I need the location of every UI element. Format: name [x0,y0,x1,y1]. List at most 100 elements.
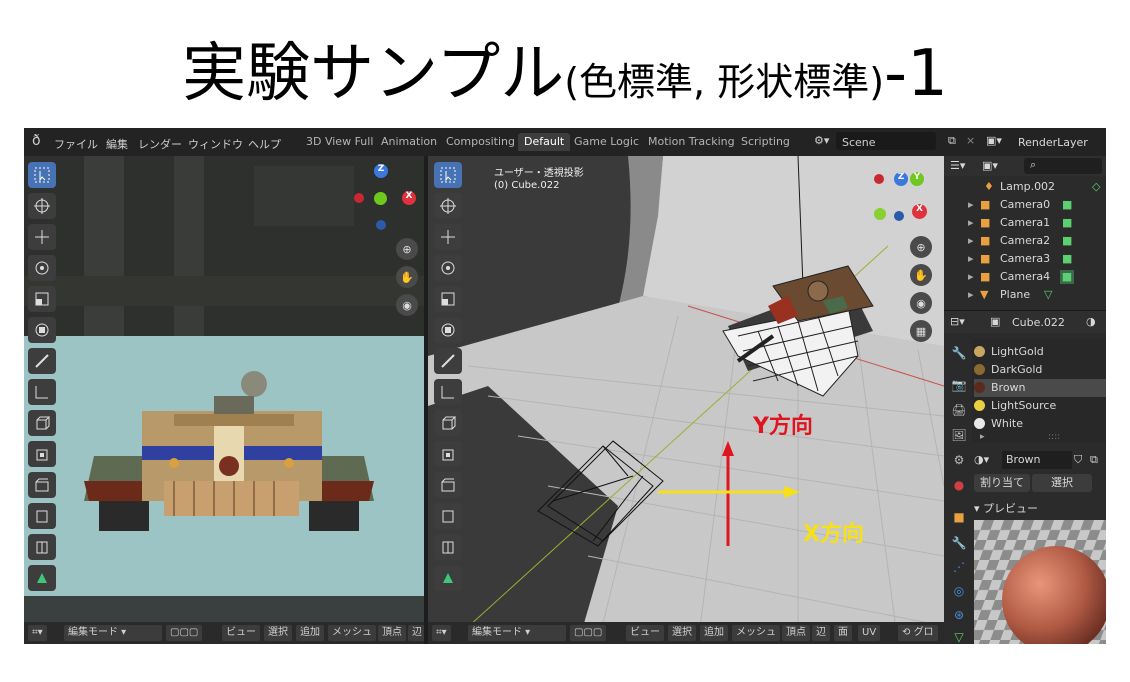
outliner-item[interactable]: ▸ ■ Camera1 ■ [944,214,1106,232]
scale-tool-button-main[interactable] [434,286,462,312]
axis-neg-x-icon-main[interactable] [874,174,884,184]
view-layer-tab-icon[interactable]: 🖼 [950,428,968,444]
scale-tool-button[interactable] [28,286,56,312]
menu-uv-main[interactable]: UV [858,625,881,641]
outliner-item[interactable]: ♦ Lamp.002 ◇ [944,178,1106,196]
axis-y-icon[interactable] [374,192,387,205]
bevel-tool-button-main[interactable] [434,503,462,529]
menu-add-main[interactable]: 追加 [700,625,728,641]
expand-arrow-icon[interactable]: ▸ [968,196,974,214]
bevel-tool-button[interactable] [28,503,56,529]
transform-tool-button-main[interactable] [434,317,462,343]
hand-pan-icon[interactable]: ✋ [396,266,418,288]
add-cube-tool-button[interactable] [28,410,56,436]
fake-user-icon[interactable]: ⛉ [1074,453,1082,467]
menu-face-main[interactable]: 面 [834,625,852,641]
expand-arrow-icon[interactable]: ▸ [968,250,974,268]
outliner-item[interactable]: ▸ ▼ Plane ▽ [944,286,1106,304]
camera-view-icon-main[interactable]: ◉ [910,292,932,314]
menu-edge-left[interactable]: 辺 [408,625,424,641]
add-cube-tool-button-main[interactable] [434,410,462,436]
properties-editor-icon[interactable]: ⊟▾ [950,315,965,328]
scene-tab-icon[interactable]: ⚙ [950,453,968,469]
measure-tool-button[interactable] [28,379,56,405]
world-tab-icon[interactable]: ● [950,478,968,494]
menu-view-left[interactable]: ビュー [222,625,260,641]
material-slot-icon[interactable]: ◑ [1086,315,1096,328]
tab-motion-tracking[interactable]: Motion Tracking [642,133,741,151]
zoom-icon[interactable]: ⊕ [396,238,418,260]
tab-default[interactable]: Default [518,133,571,151]
outliner-editor-icon[interactable]: ☰▾ [950,159,965,172]
rotate-tool-button-main[interactable] [434,255,462,281]
axis-neg-z-icon-main[interactable] [894,211,904,221]
menu-help[interactable]: ヘルプ [248,136,281,152]
cursor-tool-button-main[interactable] [434,193,462,219]
camera-view-icon[interactable]: ◉ [396,294,418,316]
material-slot[interactable]: White [974,415,1106,433]
editor-type-icon[interactable]: ⌗▾ [28,625,47,641]
menu-vertex-left[interactable]: 頂点 [378,625,406,641]
material-name-field[interactable]: Brown [1002,451,1072,469]
expand-arrow-icon[interactable]: ▸ [968,268,974,286]
menu-vertex-main[interactable]: 頂点 [782,625,810,641]
rotate-tool-button[interactable] [28,255,56,281]
outliner-item[interactable]: ▸ ■ Camera2 ■ [944,232,1106,250]
menu-file[interactable]: ファイル [54,136,98,152]
axis-x-icon-main[interactable]: X [912,204,927,219]
duplicate-material-icon[interactable]: ⧉ [1090,453,1098,467]
select-button[interactable]: 選択 [1032,474,1092,492]
material-slot[interactable]: LightSource [974,397,1106,415]
constraints-tab-icon[interactable]: ⊛ [950,608,968,624]
tab-scripting[interactable]: Scripting [735,133,796,151]
render-tab-icon[interactable]: 📷 [950,378,968,394]
measure-tool-button-main[interactable] [434,379,462,405]
assign-button[interactable]: 割り当て [974,474,1030,492]
list-resize-handle-icon[interactable]: :::: [1048,432,1060,442]
data-tab-icon[interactable]: ▽ [950,630,968,644]
zoom-icon-main[interactable]: ⊕ [910,236,932,258]
expand-arrow-icon[interactable]: ▸ [968,286,974,304]
menu-mesh-left[interactable]: メッシュ [328,625,376,641]
mode-select-left[interactable]: 編集モード ▾ [64,625,162,641]
mode-select-main[interactable]: 編集モード ▾ [468,625,566,641]
blender-logo-icon[interactable]: ð [32,133,41,149]
tab-game-logic[interactable]: Game Logic [568,133,645,151]
material-slot[interactable]: LightGold [974,343,1106,361]
material-slot[interactable]: DarkGold [974,361,1106,379]
axis-y-icon-main[interactable]: Y [910,172,924,186]
menu-add-left[interactable]: 追加 [296,625,324,641]
scene-icon[interactable]: ⚙▾ [814,134,829,147]
preview-panel-header[interactable]: ▾ プレビュー [974,500,1038,516]
new-scene-icon[interactable]: ⧉ [948,134,956,148]
output-tab-icon[interactable]: 🖨 [950,403,968,419]
annotate-tool-button[interactable] [28,348,56,374]
modifier-tab-icon[interactable]: 🔧 [950,536,968,552]
axis-z-icon[interactable]: Z [374,164,388,178]
tab-animation[interactable]: Animation [375,133,443,151]
list-expand-icon[interactable]: ▸ [980,432,985,442]
extrude-tool-button-main[interactable] [434,441,462,467]
outliner-item[interactable]: ▸ ■ Camera0 ■ [944,196,1106,214]
grid-view-icon-main[interactable]: ▦ [910,320,932,342]
transform-tool-button[interactable] [28,317,56,343]
object-tab-icon[interactable]: ■ [950,510,968,526]
axis-neg-z-icon[interactable] [376,220,386,230]
poly-build-tool-button-main[interactable] [434,565,462,591]
menu-view-main[interactable]: ビュー [626,625,664,641]
tab-compositing[interactable]: Compositing [440,133,521,151]
loop-cut-tool-button-main[interactable] [434,534,462,560]
editor-type-icon-main[interactable]: ⌗▾ [432,625,451,641]
move-tool-button[interactable] [28,224,56,250]
menu-edit[interactable]: 編集 [106,136,128,152]
move-tool-button-main[interactable] [434,224,462,250]
select-mode-icons-main[interactable]: ▢▢▢ [570,625,607,641]
expand-arrow-icon[interactable]: ▸ [968,214,974,232]
particles-tab-icon[interactable]: ⋰ [950,560,968,576]
extrude-tool-button[interactable] [28,441,56,467]
close-scene-icon[interactable]: × [966,134,975,147]
axis-neg-x-icon[interactable] [354,193,364,203]
inset-tool-button[interactable] [28,472,56,498]
physics-tab-icon[interactable]: ◎ [950,584,968,600]
material-slot-selected[interactable]: Brown [974,379,1106,397]
